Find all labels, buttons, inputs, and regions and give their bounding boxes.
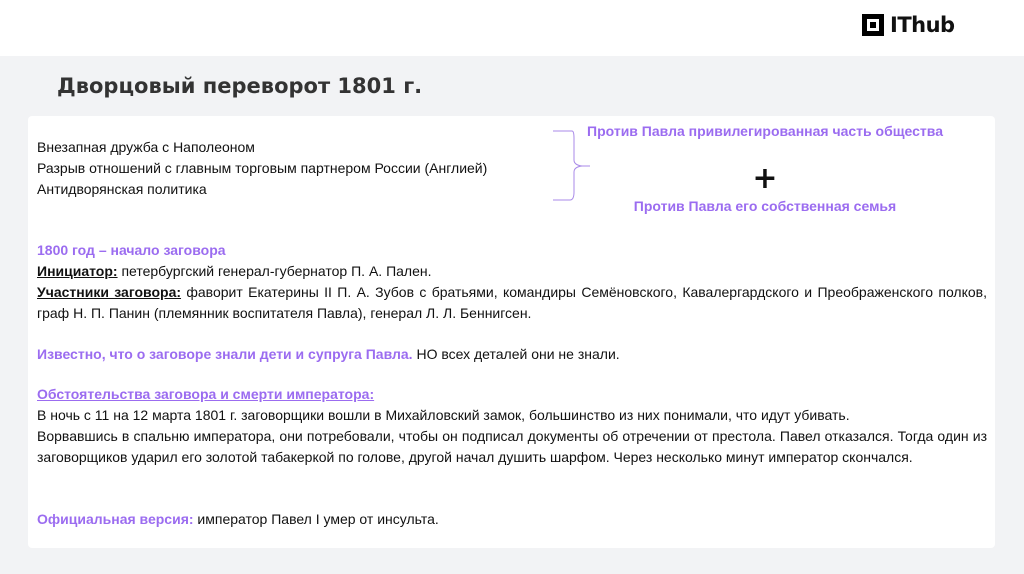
against-family-text: Против Павла его собственная семья (633, 198, 897, 214)
plus-icon: + (752, 161, 778, 196)
participants-label: Участники заговора: (37, 284, 182, 300)
official-line: Официальная версия: император Павел I ум… (37, 509, 439, 530)
against-nobility-text: Против Павла привилегированная часть общ… (587, 123, 943, 139)
initiator-label: Инициатор: (37, 263, 118, 279)
logo-text: IThub (890, 13, 955, 37)
plot-year: 1800 год – начало заговора (37, 242, 226, 258)
known-rest: НО всех деталей они не знали. (412, 346, 620, 362)
cause-item: Внезапная дружба с Наполеоном (37, 139, 255, 155)
page-title: Дворцовый переворот 1801 г. (57, 74, 423, 98)
known-line: Известно, что о заговоре знали дети и су… (37, 344, 620, 365)
cause-item: Антидворянская политика (37, 181, 207, 197)
official-label: Официальная версия: (37, 511, 194, 527)
causes-list: Внезапная дружба с Наполеоном Разрыв отн… (37, 137, 487, 200)
logo-square-icon (862, 14, 884, 36)
circumstances-section: Обстоятельства заговора и смерти императ… (37, 384, 987, 468)
circumstances-title: Обстоятельства заговора и смерти императ… (37, 386, 375, 402)
circumstances-p1: В ночь с 11 на 12 марта 1801 г. заговорщ… (37, 407, 850, 423)
circumstances-p2: Ворвавшись в спальню императора, они пот… (37, 428, 987, 465)
initiator-text: петербургский генерал-губернатор П. А. П… (117, 263, 432, 279)
ithub-logo: IThub (862, 13, 955, 37)
cause-item: Разрыв отношений с главным торговым парт… (37, 160, 488, 176)
plot-section: 1800 год – начало заговора Инициатор: пе… (37, 240, 987, 324)
official-text: император Павел I умер от инсульта. (193, 511, 439, 527)
header-bar: IThub (0, 0, 1024, 56)
known-highlight: Известно, что о заговоре знали дети и су… (37, 346, 413, 362)
